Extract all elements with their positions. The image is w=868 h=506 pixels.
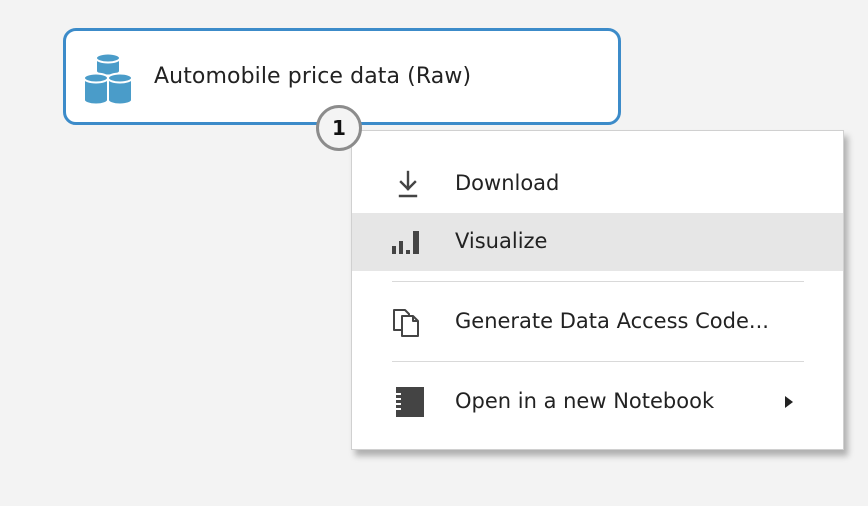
menu-label-open-in-new-notebook: Open in a new Notebook [455, 389, 715, 413]
dataset-cylinders-icon [83, 52, 133, 106]
menu-divider [392, 361, 804, 362]
download-icon [398, 170, 418, 198]
menu-item-download[interactable]: Download [352, 155, 843, 213]
copy-documents-icon [393, 309, 419, 337]
context-menu: Download Visualize Generate Data Access … [351, 130, 844, 450]
menu-item-generate-data-access-code[interactable]: Generate Data Access Code... [352, 293, 843, 351]
module-title: Automobile price data (Raw) [154, 64, 472, 89]
menu-label-generate-data-access-code: Generate Data Access Code... [455, 309, 769, 333]
bar-chart-icon [392, 231, 419, 254]
chevron-right-icon [785, 396, 793, 408]
menu-item-open-in-new-notebook[interactable]: Open in a new Notebook [352, 373, 843, 431]
output-port[interactable]: 1 [316, 105, 362, 151]
notebook-icon [393, 387, 424, 417]
menu-label-download: Download [455, 171, 560, 195]
menu-item-visualize[interactable]: Visualize [352, 213, 843, 271]
menu-label-visualize: Visualize [455, 229, 548, 253]
menu-divider [392, 281, 804, 282]
